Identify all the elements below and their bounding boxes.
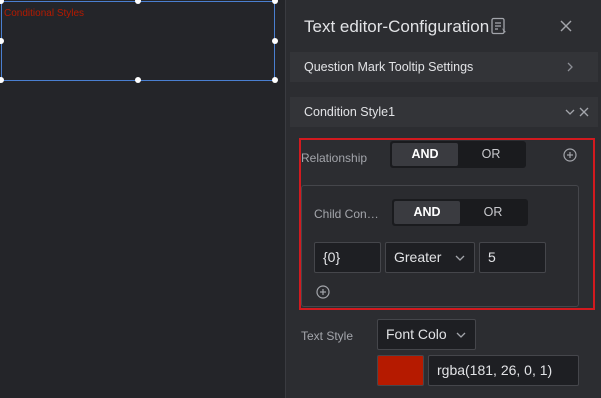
highlight-box — [299, 138, 595, 310]
text-style-property-select[interactable]: Font Colo — [377, 319, 476, 350]
text-style-property-value: Font Colo — [386, 326, 447, 342]
remove-condition-icon[interactable] — [578, 106, 590, 118]
resize-handle-top-right[interactable] — [272, 0, 278, 4]
widget-text: Conditional Styles — [4, 8, 85, 19]
chevron-down-icon[interactable] — [564, 106, 576, 118]
resize-handle-bottom-right[interactable] — [272, 77, 278, 83]
close-icon[interactable] — [558, 18, 574, 34]
text-style-label: Text Style — [301, 329, 354, 343]
condition-style-section[interactable]: Condition Style1 — [290, 97, 598, 127]
chevron-down-icon — [456, 332, 466, 338]
panel-header: Text editor-Configuration — [286, 0, 601, 52]
resize-handle-bottom-left[interactable] — [0, 77, 4, 83]
resize-handle-middle-right[interactable] — [272, 38, 278, 44]
conditional-styles-widget[interactable]: Conditional Styles — [1, 1, 275, 81]
tooltip-settings-section[interactable]: Question Mark Tooltip Settings — [290, 52, 598, 82]
tooltip-settings-label: Question Mark Tooltip Settings — [304, 60, 474, 74]
panel-title: Text editor-Configuration — [304, 17, 490, 36]
color-value-text: rgba(181, 26, 0, 1) — [437, 362, 553, 378]
color-swatch[interactable] — [377, 355, 424, 386]
chevron-right-icon — [567, 62, 573, 72]
document-settings-icon[interactable] — [490, 17, 508, 35]
resize-handle-bottom-center[interactable] — [135, 77, 141, 83]
condition-style-label: Condition Style1 — [304, 105, 396, 119]
color-value-input[interactable]: rgba(181, 26, 0, 1) — [428, 355, 579, 386]
configuration-panel: Text editor-Configuration Question Mark … — [285, 0, 601, 398]
